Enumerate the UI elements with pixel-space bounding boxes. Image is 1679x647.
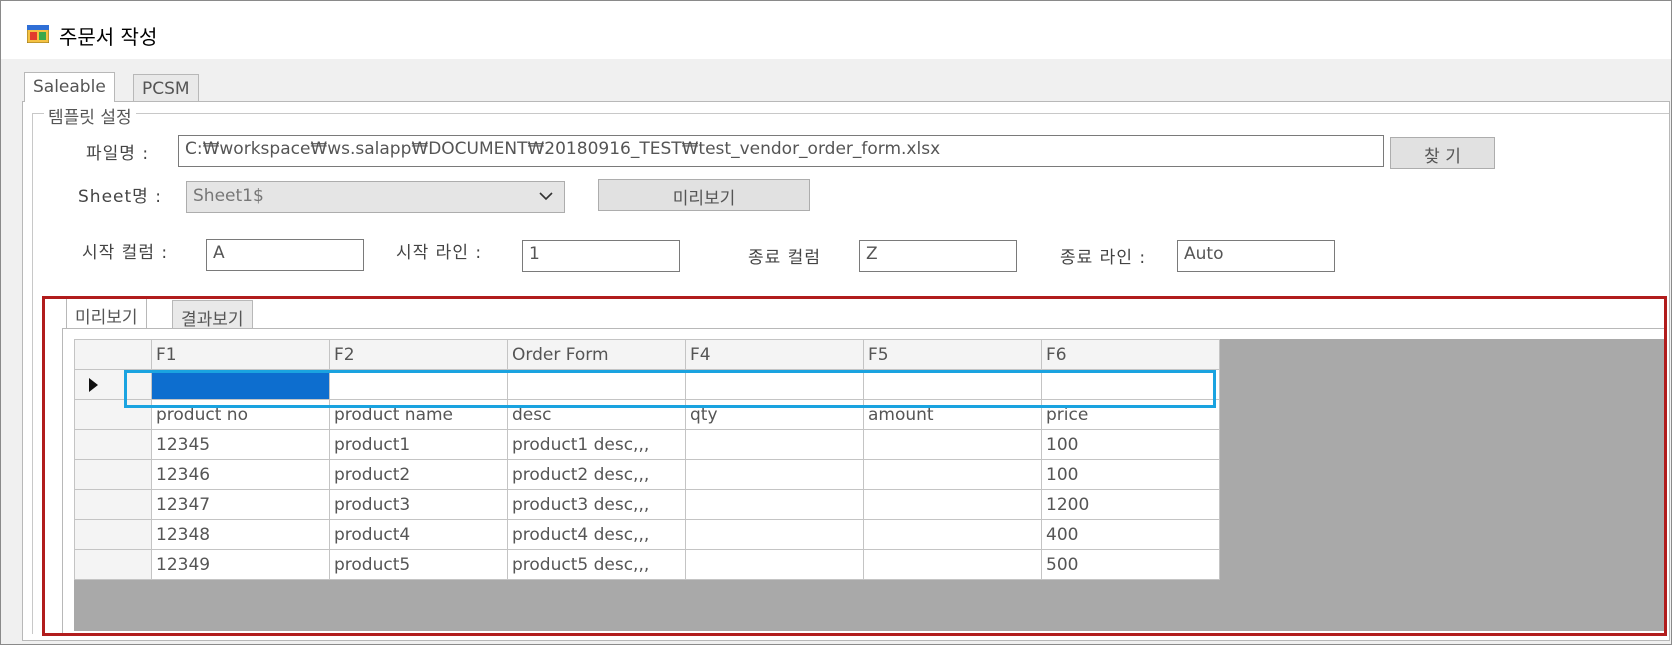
group-title: 템플릿 설정 <box>44 103 136 128</box>
start-column-field[interactable]: A <box>206 239 364 271</box>
table-cell[interactable]: 12349 <box>151 549 330 580</box>
table-cell[interactable]: product3 <box>329 489 508 520</box>
table-cell[interactable]: product4 desc,,, <box>507 519 686 550</box>
end-line-field[interactable]: Auto <box>1177 240 1335 272</box>
table-row[interactable]: 12347 product3 product3 desc,,, 1200 <box>74 489 1220 520</box>
table-cell[interactable] <box>863 429 1042 460</box>
table-cell[interactable] <box>863 459 1042 490</box>
grid-header-row: F1 F2 Order Form F4 F5 F6 <box>74 339 1220 370</box>
tab-pcsm[interactable]: PCSM <box>133 74 199 102</box>
end-column-field[interactable]: Z <box>859 240 1017 272</box>
table-cell[interactable]: product2 desc,,, <box>507 459 686 490</box>
table-cell[interactable] <box>863 549 1042 580</box>
column-header[interactable]: F2 <box>329 339 508 370</box>
browse-button[interactable]: 찾 기 <box>1390 137 1495 169</box>
row-header[interactable] <box>74 549 152 580</box>
title-bar: 주문서 작성 <box>1 1 1671 59</box>
table-cell[interactable] <box>863 369 1042 400</box>
table-cell[interactable] <box>863 489 1042 520</box>
row-header[interactable] <box>74 489 152 520</box>
sheet-name-label: Sheet명 : <box>78 187 162 207</box>
table-cell[interactable]: 1200 <box>1041 489 1220 520</box>
table-cell[interactable] <box>685 489 864 520</box>
table-cell[interactable] <box>507 369 686 400</box>
column-header[interactable]: F5 <box>863 339 1042 370</box>
file-name-label: 파일명 : <box>86 144 150 164</box>
column-header[interactable]: F4 <box>685 339 864 370</box>
table-cell[interactable]: product name <box>329 399 508 430</box>
table-cell[interactable]: 12345 <box>151 429 330 460</box>
table-cell[interactable] <box>685 549 864 580</box>
table-cell[interactable]: product no <box>151 399 330 430</box>
row-header[interactable] <box>74 459 152 490</box>
table-cell[interactable] <box>685 519 864 550</box>
table-cell[interactable] <box>685 429 864 460</box>
column-header[interactable]: F6 <box>1041 339 1220 370</box>
table-cell-selected[interactable] <box>151 369 330 400</box>
tab-result[interactable]: 결과보기 <box>172 300 253 330</box>
table-cell[interactable]: 400 <box>1041 519 1220 550</box>
table-cell[interactable]: product5 <box>329 549 508 580</box>
chevron-down-icon <box>539 192 553 201</box>
table-cell[interactable]: 500 <box>1041 549 1220 580</box>
table-row[interactable]: 12346 product2 product2 desc,,, 100 <box>74 459 1220 490</box>
table-cell[interactable] <box>329 369 508 400</box>
end-line-label: 종료 라인 : <box>1060 248 1147 268</box>
start-line-field[interactable]: 1 <box>522 240 680 272</box>
table-cell[interactable]: product4 <box>329 519 508 550</box>
tab-preview[interactable]: 미리보기 <box>66 298 147 328</box>
sheet-select-value: Sheet1$ <box>193 186 264 206</box>
table-cell[interactable]: product3 desc,,, <box>507 489 686 520</box>
grid-corner-cell[interactable] <box>74 339 152 370</box>
table-cell[interactable]: 12346 <box>151 459 330 490</box>
table-cell[interactable]: 12348 <box>151 519 330 550</box>
table-cell[interactable]: product1 <box>329 429 508 460</box>
table-cell[interactable] <box>1041 369 1220 400</box>
table-cell[interactable]: product1 desc,,, <box>507 429 686 460</box>
table-cell[interactable]: qty <box>685 399 864 430</box>
row-header[interactable] <box>74 369 152 400</box>
column-header[interactable]: F1 <box>151 339 330 370</box>
table-row[interactable]: 12349 product5 product5 desc,,, 500 <box>74 549 1220 580</box>
table-row[interactable] <box>74 369 1220 400</box>
preview-grid[interactable]: F1 F2 Order Form F4 F5 F6 product no pro… <box>74 339 1220 580</box>
table-cell[interactable]: desc <box>507 399 686 430</box>
table-cell[interactable] <box>685 369 864 400</box>
window-title: 주문서 작성 <box>59 25 158 49</box>
table-cell[interactable] <box>685 459 864 490</box>
table-cell[interactable]: 100 <box>1041 459 1220 490</box>
table-row[interactable]: 12348 product4 product4 desc,,, 400 <box>74 519 1220 550</box>
row-header[interactable] <box>74 429 152 460</box>
table-cell[interactable]: 12347 <box>151 489 330 520</box>
start-line-label: 시작 라인 : <box>396 243 483 263</box>
table-cell[interactable]: amount <box>863 399 1042 430</box>
row-header[interactable] <box>74 519 152 550</box>
table-row[interactable]: 12345 product1 product1 desc,,, 100 <box>74 429 1220 460</box>
row-header[interactable] <box>74 399 152 430</box>
table-cell[interactable]: product2 <box>329 459 508 490</box>
app-window-icon <box>27 25 49 43</box>
table-cell[interactable]: product5 desc,,, <box>507 549 686 580</box>
current-row-arrow-icon <box>89 377 98 392</box>
end-column-label: 종료 컬럼 <box>748 248 821 268</box>
file-path-field[interactable]: C:₩workspace₩ws.salapp₩DOCUMENT₩20180916… <box>178 135 1384 167</box>
tab-saleable[interactable]: Saleable <box>24 72 115 102</box>
table-cell[interactable]: price <box>1041 399 1220 430</box>
preview-button[interactable]: 미리보기 <box>598 179 810 211</box>
table-cell[interactable] <box>863 519 1042 550</box>
table-cell[interactable]: 100 <box>1041 429 1220 460</box>
column-header[interactable]: Order Form <box>507 339 686 370</box>
table-row[interactable]: product no product name desc qty amount … <box>74 399 1220 430</box>
sheet-select[interactable]: Sheet1$ <box>186 181 565 213</box>
start-column-label: 시작 컬럼 : <box>82 243 169 263</box>
